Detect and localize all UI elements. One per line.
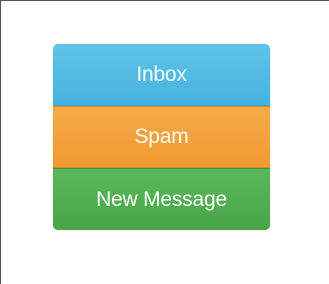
inbox-button-label: Inbox [136, 62, 187, 86]
new-message-button[interactable]: New Message [53, 168, 270, 230]
spam-button-label: Spam [134, 125, 189, 148]
spam-button[interactable]: Spam [53, 106, 270, 168]
inbox-button[interactable]: Inbox [53, 44, 270, 106]
window-frame: Inbox Spam New Message [0, 0, 329, 284]
vertical-button-group: Inbox Spam New Message [53, 44, 270, 230]
new-message-button-label: New Message [96, 187, 227, 211]
